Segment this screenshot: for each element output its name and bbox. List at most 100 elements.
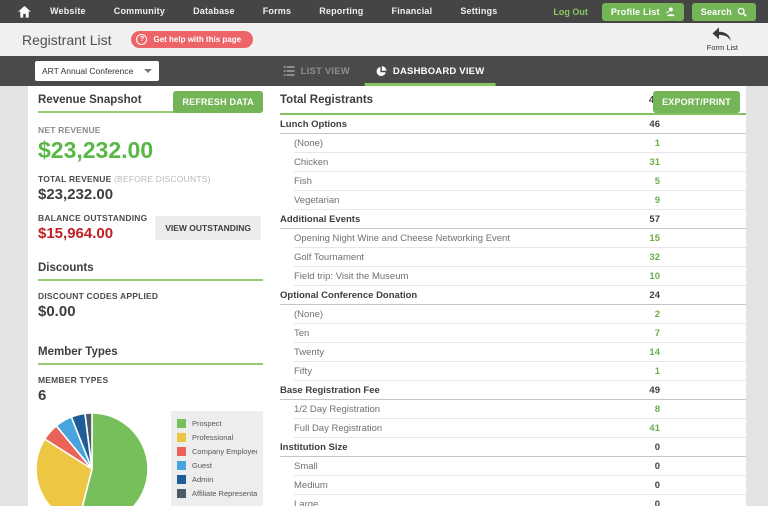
nav-items: Website Community Database Forms Reporting Fi… <box>36 0 511 23</box>
row-count: 8 <box>654 404 660 415</box>
form-list-action[interactable]: Form List <box>707 26 738 52</box>
nav-item-community[interactable]: Community <box>100 0 179 23</box>
view-tabs: LIST VIEW DASHBOARD VIEW <box>273 56 496 86</box>
search-label: Search <box>700 6 732 17</box>
table-row: Medium 0 <box>280 476 746 495</box>
row-label: Ten <box>294 328 310 339</box>
row-label: Golf Tournament <box>294 252 365 263</box>
net-revenue-value: $23,232.00 <box>38 137 154 163</box>
legend-swatch <box>177 433 186 442</box>
row-count: 41 <box>649 423 660 434</box>
legend-label: Professional <box>192 433 234 442</box>
legend-item: Company Employee <box>177 447 257 456</box>
nav-item-forms[interactable]: Forms <box>249 0 306 23</box>
row-label: Fish <box>294 176 312 187</box>
legend-item: Affiliate Representa... <box>177 489 257 498</box>
search-icon <box>737 7 747 17</box>
form-selector[interactable]: ART Annual Conference <box>35 61 159 81</box>
row-label: Twenty <box>294 347 325 358</box>
net-revenue-label: NET REVENUE <box>38 125 101 135</box>
tab-dashboard-view[interactable]: DASHBOARD VIEW <box>364 56 496 86</box>
total-revenue-value: $23,232.00 <box>38 186 114 203</box>
row-label: Institution Size <box>280 442 348 453</box>
search-button[interactable]: Search <box>691 2 756 21</box>
legend-swatch <box>177 461 186 470</box>
table-row: (None) 1 <box>280 134 746 153</box>
form-selector-value: ART Annual Conference <box>42 66 134 76</box>
table-row: Golf Tournament 32 <box>280 248 746 267</box>
row-label: Medium <box>294 480 328 491</box>
table-row: Institution Size 0 <box>280 438 746 457</box>
member-types-count: 6 <box>38 387 47 404</box>
tab-list-view[interactable]: LIST VIEW <box>273 56 361 86</box>
row-count: 1 <box>654 138 660 149</box>
balance-block: BALANCE OUTSTANDING $15,964.00 VIEW OUTS… <box>38 213 266 242</box>
row-count: 5 <box>654 176 660 187</box>
row-label: (None) <box>294 309 324 320</box>
help-badge[interactable]: ? Get help with this page <box>131 31 254 48</box>
row-label: Chicken <box>294 157 329 168</box>
member-types-pie[interactable] <box>32 409 152 506</box>
row-label: Opening Night Wine and Cheese Networking… <box>294 233 510 244</box>
view-outstanding-button[interactable]: VIEW OUTSTANDING <box>155 216 261 240</box>
row-label: (None) <box>294 138 324 149</box>
row-label: Large <box>294 499 319 506</box>
view-toolbar: ART Annual Conference LIST VIEW DASHBOAR… <box>0 56 768 86</box>
legend-label: Prospect <box>192 419 222 428</box>
row-label: Vegetarian <box>294 195 340 206</box>
row-count: 49 <box>649 385 660 396</box>
row-count: 0 <box>654 480 660 491</box>
table-row: Fifty 1 <box>280 362 746 381</box>
export-print-button[interactable]: EXPORT/PRINT <box>653 91 740 113</box>
nav-item-website[interactable]: Website <box>36 0 100 23</box>
table-row: Lunch Options 46 <box>280 115 746 134</box>
nav-item-financial[interactable]: Financial <box>378 0 447 23</box>
list-icon <box>283 66 295 76</box>
row-label: Lunch Options <box>280 119 348 130</box>
row-count: 2 <box>654 309 660 320</box>
registrant-table-body: Lunch Options 46 (None) 1 Chicken 31 Fish 5 Vege… <box>280 115 746 506</box>
registrants-panel: Total Registrants 49 EXPORT/PRINT Lunch … <box>266 86 746 506</box>
discount-codes-label: DISCOUNT CODES APPLIED <box>38 291 159 301</box>
row-count: 1 <box>654 366 660 377</box>
row-count: 9 <box>654 195 660 206</box>
profile-list-button[interactable]: Profile List <box>601 2 684 21</box>
nav-item-database[interactable]: Database <box>179 0 249 23</box>
page-title: Registrant List <box>22 31 112 48</box>
member-types-title: Member Types <box>38 346 263 365</box>
legend-item: Prospect <box>177 419 257 428</box>
legend-label: Admin <box>192 475 214 484</box>
row-count: 0 <box>654 461 660 472</box>
legend-swatch <box>177 475 186 484</box>
registrants-title: Total Registrants <box>280 94 374 106</box>
row-count: 7 <box>654 328 660 339</box>
row-count: 46 <box>649 119 660 130</box>
nav-right: Log Out Profile List Search <box>553 2 756 21</box>
discount-codes-value: $0.00 <box>38 303 76 320</box>
pie-chart-icon <box>376 65 387 76</box>
discounts-title: Discounts <box>38 262 263 281</box>
refresh-data-button[interactable]: REFRESH DATA <box>173 91 263 113</box>
row-count: 32 <box>649 252 660 263</box>
nav-item-settings[interactable]: Settings <box>446 0 511 23</box>
row-count: 31 <box>649 157 660 168</box>
revenue-snapshot-title: Revenue Snapshot <box>38 94 194 113</box>
table-row: Opening Night Wine and Cheese Networking… <box>280 229 746 248</box>
total-revenue-note: (BEFORE DISCOUNTS) <box>114 174 211 184</box>
legend-label: Guest <box>192 461 213 470</box>
row-label: Additional Events <box>280 214 361 225</box>
nav-item-reporting[interactable]: Reporting <box>305 0 377 23</box>
legend-swatch <box>177 447 186 456</box>
row-label: Base Registration Fee <box>280 385 380 396</box>
table-row: 1/2 Day Registration 8 <box>280 400 746 419</box>
row-label: 1/2 Day Registration <box>294 404 381 415</box>
row-label: Small <box>294 461 318 472</box>
table-row: Base Registration Fee 49 <box>280 381 746 400</box>
legend-label: Company Employee <box>192 447 257 456</box>
log-out-link[interactable]: Log Out <box>553 7 588 17</box>
home-icon[interactable] <box>12 5 36 18</box>
registrants-header: Total Registrants 49 EXPORT/PRINT <box>280 91 746 115</box>
row-label: Full Day Registration <box>294 423 383 434</box>
row-count: 10 <box>649 271 660 282</box>
question-icon: ? <box>136 34 148 45</box>
